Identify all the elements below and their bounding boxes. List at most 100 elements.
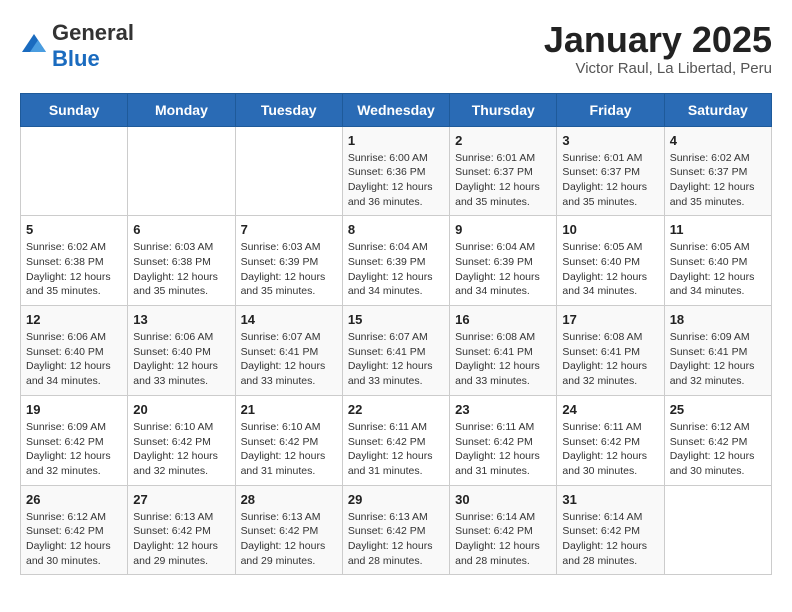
day-number: 1 xyxy=(348,133,444,148)
day-number: 28 xyxy=(241,492,337,507)
day-info: Sunrise: 6:11 AM Sunset: 6:42 PM Dayligh… xyxy=(455,420,551,479)
calendar-table: SundayMondayTuesdayWednesdayThursdayFrid… xyxy=(20,93,772,576)
day-number: 14 xyxy=(241,312,337,327)
day-info: Sunrise: 6:13 AM Sunset: 6:42 PM Dayligh… xyxy=(241,510,337,569)
day-number: 6 xyxy=(133,222,229,237)
day-info: Sunrise: 6:04 AM Sunset: 6:39 PM Dayligh… xyxy=(348,240,444,299)
day-number: 15 xyxy=(348,312,444,327)
calendar-week-1: 1 Sunrise: 6:00 AM Sunset: 6:36 PM Daylig… xyxy=(21,126,772,216)
day-info: Sunrise: 6:02 AM Sunset: 6:38 PM Dayligh… xyxy=(26,240,122,299)
day-number: 30 xyxy=(455,492,551,507)
day-number: 19 xyxy=(26,402,122,417)
calendar-cell: 11Sunrise: 6:05 AM Sunset: 6:40 PM Dayli… xyxy=(664,216,771,306)
day-info: Sunrise: 6:11 AM Sunset: 6:42 PM Dayligh… xyxy=(562,420,658,479)
calendar-cell: 8Sunrise: 6:04 AM Sunset: 6:39 PM Daylig… xyxy=(342,216,449,306)
calendar-cell: 21 Sunrise: 6:10 AM Sunset: 6:42 PM Dayli… xyxy=(235,395,342,485)
calendar-cell: 22 Sunrise: 6:11 AM Sunset: 6:42 PM Dayli… xyxy=(342,395,449,485)
day-info: Sunrise: 6:10 AM Sunset: 6:42 PM Dayligh… xyxy=(133,420,229,479)
day-number: 5 xyxy=(26,222,122,237)
header-cell-saturday: Saturday xyxy=(664,93,771,126)
day-info: Sunrise: 6:04 AM Sunset: 6:39 PM Dayligh… xyxy=(455,240,551,299)
day-info: Sunrise: 6:13 AM Sunset: 6:42 PM Dayligh… xyxy=(348,510,444,569)
calendar-cell: 27 Sunrise: 6:13 AM Sunset: 6:42 PM Dayli… xyxy=(128,485,235,575)
day-number: 4 xyxy=(670,133,766,148)
day-info: Sunrise: 6:05 AM Sunset: 6:40 PM Dayligh… xyxy=(562,240,658,299)
calendar-week-4: 19Sunrise: 6:09 AM Sunset: 6:42 PM Dayli… xyxy=(21,395,772,485)
calendar-week-2: 5 Sunrise: 6:02 AM Sunset: 6:38 PM Daylig… xyxy=(21,216,772,306)
page-header: General Blue January 2025 Victor Raul, L… xyxy=(20,20,772,77)
day-number: 12 xyxy=(26,312,122,327)
day-info: Sunrise: 6:02 AM Sunset: 6:37 PM Dayligh… xyxy=(670,151,766,210)
header-cell-tuesday: Tuesday xyxy=(235,93,342,126)
calendar-cell: 17 Sunrise: 6:08 AM Sunset: 6:41 PM Dayli… xyxy=(557,306,664,396)
day-info: Sunrise: 6:03 AM Sunset: 6:38 PM Dayligh… xyxy=(133,240,229,299)
calendar-cell: 25 Sunrise: 6:12 AM Sunset: 6:42 PM Dayli… xyxy=(664,395,771,485)
calendar-cell: 29 Sunrise: 6:13 AM Sunset: 6:42 PM Dayli… xyxy=(342,485,449,575)
day-info: Sunrise: 6:06 AM Sunset: 6:40 PM Dayligh… xyxy=(133,330,229,389)
day-number: 29 xyxy=(348,492,444,507)
day-info: Sunrise: 6:10 AM Sunset: 6:42 PM Dayligh… xyxy=(241,420,337,479)
calendar-cell xyxy=(235,126,342,216)
day-info: Sunrise: 6:13 AM Sunset: 6:42 PM Dayligh… xyxy=(133,510,229,569)
calendar-cell: 31Sunrise: 6:14 AM Sunset: 6:42 PM Dayli… xyxy=(557,485,664,575)
calendar-cell: 6 Sunrise: 6:03 AM Sunset: 6:38 PM Daylig… xyxy=(128,216,235,306)
calendar-cell: 18 Sunrise: 6:09 AM Sunset: 6:41 PM Dayli… xyxy=(664,306,771,396)
day-number: 27 xyxy=(133,492,229,507)
day-info: Sunrise: 6:09 AM Sunset: 6:41 PM Dayligh… xyxy=(670,330,766,389)
day-info: Sunrise: 6:07 AM Sunset: 6:41 PM Dayligh… xyxy=(348,330,444,389)
calendar-cell: 20 Sunrise: 6:10 AM Sunset: 6:42 PM Dayli… xyxy=(128,395,235,485)
calendar-week-3: 12 Sunrise: 6:06 AM Sunset: 6:40 PM Dayli… xyxy=(21,306,772,396)
logo: General Blue xyxy=(20,20,134,72)
day-number: 23 xyxy=(455,402,551,417)
calendar-cell: 10 Sunrise: 6:05 AM Sunset: 6:40 PM Dayli… xyxy=(557,216,664,306)
calendar-cell: 7 Sunrise: 6:03 AM Sunset: 6:39 PM Daylig… xyxy=(235,216,342,306)
day-info: Sunrise: 6:07 AM Sunset: 6:41 PM Dayligh… xyxy=(241,330,337,389)
calendar-cell: 5 Sunrise: 6:02 AM Sunset: 6:38 PM Daylig… xyxy=(21,216,128,306)
calendar-cell: 14 Sunrise: 6:07 AM Sunset: 6:41 PM Dayli… xyxy=(235,306,342,396)
calendar-cell: 19Sunrise: 6:09 AM Sunset: 6:42 PM Dayli… xyxy=(21,395,128,485)
day-number: 7 xyxy=(241,222,337,237)
calendar-cell xyxy=(128,126,235,216)
calendar-header: SundayMondayTuesdayWednesdayThursdayFrid… xyxy=(21,93,772,126)
logo-icon xyxy=(20,32,48,60)
day-info: Sunrise: 6:12 AM Sunset: 6:42 PM Dayligh… xyxy=(670,420,766,479)
calendar-cell: 3 Sunrise: 6:01 AM Sunset: 6:37 PM Daylig… xyxy=(557,126,664,216)
day-info: Sunrise: 6:11 AM Sunset: 6:42 PM Dayligh… xyxy=(348,420,444,479)
calendar-cell: 12 Sunrise: 6:06 AM Sunset: 6:40 PM Dayli… xyxy=(21,306,128,396)
day-number: 25 xyxy=(670,402,766,417)
calendar-cell: 16Sunrise: 6:08 AM Sunset: 6:41 PM Dayli… xyxy=(450,306,557,396)
calendar-cell xyxy=(21,126,128,216)
day-number: 20 xyxy=(133,402,229,417)
calendar-cell: 26 Sunrise: 6:12 AM Sunset: 6:42 PM Dayli… xyxy=(21,485,128,575)
day-number: 18 xyxy=(670,312,766,327)
day-info: Sunrise: 6:01 AM Sunset: 6:37 PM Dayligh… xyxy=(455,151,551,210)
calendar-cell: 2 Sunrise: 6:01 AM Sunset: 6:37 PM Daylig… xyxy=(450,126,557,216)
day-number: 31 xyxy=(562,492,658,507)
day-info: Sunrise: 6:01 AM Sunset: 6:37 PM Dayligh… xyxy=(562,151,658,210)
day-info: Sunrise: 6:00 AM Sunset: 6:36 PM Dayligh… xyxy=(348,151,444,210)
title-area: January 2025 Victor Raul, La Libertad, P… xyxy=(544,20,772,77)
header-cell-wednesday: Wednesday xyxy=(342,93,449,126)
calendar-cell: 4 Sunrise: 6:02 AM Sunset: 6:37 PM Daylig… xyxy=(664,126,771,216)
calendar-cell: 9 Sunrise: 6:04 AM Sunset: 6:39 PM Daylig… xyxy=(450,216,557,306)
day-number: 3 xyxy=(562,133,658,148)
day-number: 2 xyxy=(455,133,551,148)
calendar-cell: 23 Sunrise: 6:11 AM Sunset: 6:42 PM Dayli… xyxy=(450,395,557,485)
calendar-title: January 2025 xyxy=(544,20,772,60)
day-number: 9 xyxy=(455,222,551,237)
day-number: 26 xyxy=(26,492,122,507)
day-number: 17 xyxy=(562,312,658,327)
logo-blue: Blue xyxy=(52,46,100,71)
day-number: 10 xyxy=(562,222,658,237)
calendar-cell: 1 Sunrise: 6:00 AM Sunset: 6:36 PM Daylig… xyxy=(342,126,449,216)
day-info: Sunrise: 6:12 AM Sunset: 6:42 PM Dayligh… xyxy=(26,510,122,569)
day-number: 22 xyxy=(348,402,444,417)
calendar-week-5: 26 Sunrise: 6:12 AM Sunset: 6:42 PM Dayli… xyxy=(21,485,772,575)
day-number: 21 xyxy=(241,402,337,417)
calendar-cell: 28 Sunrise: 6:13 AM Sunset: 6:42 PM Dayli… xyxy=(235,485,342,575)
day-info: Sunrise: 6:08 AM Sunset: 6:41 PM Dayligh… xyxy=(562,330,658,389)
calendar-cell: 13Sunrise: 6:06 AM Sunset: 6:40 PM Dayli… xyxy=(128,306,235,396)
calendar-cell: 24Sunrise: 6:11 AM Sunset: 6:42 PM Dayli… xyxy=(557,395,664,485)
day-info: Sunrise: 6:06 AM Sunset: 6:40 PM Dayligh… xyxy=(26,330,122,389)
day-info: Sunrise: 6:03 AM Sunset: 6:39 PM Dayligh… xyxy=(241,240,337,299)
